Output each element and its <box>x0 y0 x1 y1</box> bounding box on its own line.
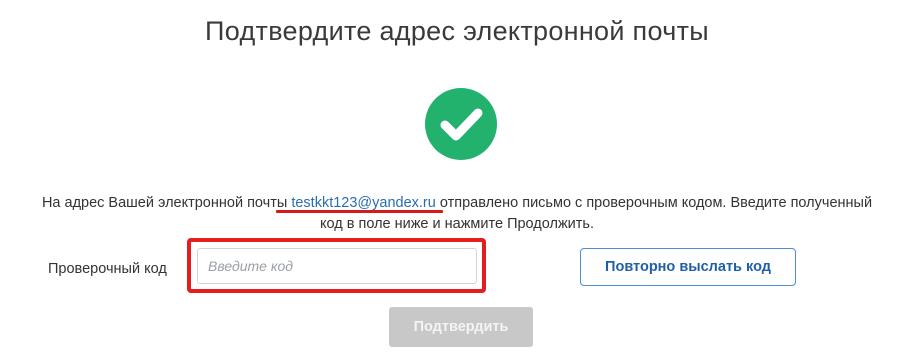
email-link[interactable]: testkkt123@yandex.ru <box>291 195 436 211</box>
message-text-end: отправлено письмо с проверочным кодом. В… <box>435 195 873 211</box>
code-label: Проверочный код <box>48 261 167 277</box>
page-title: Подтвердите адрес электронной почты <box>205 16 709 46</box>
message-text-line2: код в поле ниже и нажмите Продолжить. <box>320 216 594 232</box>
message-text-start: На адрес Вашей электронной почты <box>41 195 292 211</box>
confirmation-message: На адрес Вашей электронной почты testkkt… <box>10 193 904 235</box>
code-input-highlight-annotation <box>187 238 486 293</box>
check-circle-icon <box>425 88 497 160</box>
email-underline-annotation <box>276 210 443 213</box>
resend-code-button[interactable]: Повторно выслать код <box>580 248 796 286</box>
confirm-button[interactable]: Подтвердить <box>389 307 533 347</box>
